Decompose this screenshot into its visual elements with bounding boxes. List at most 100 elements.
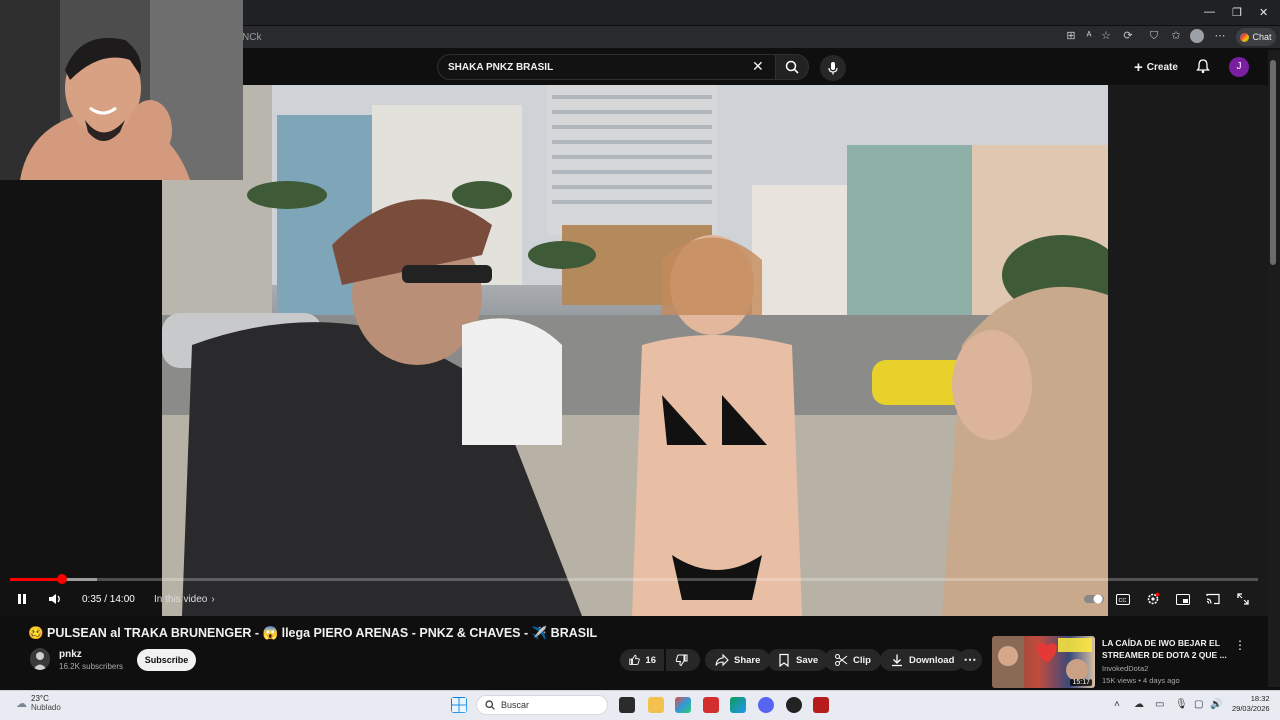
- autoplay-toggle-icon: [1084, 594, 1104, 604]
- scissors-icon: [835, 654, 848, 666]
- recommendation-meta: 15K views • 4 days ago: [1102, 676, 1180, 685]
- create-button[interactable]: + Create: [1128, 56, 1184, 78]
- subscriber-count: 16.2K subscribers: [59, 662, 124, 671]
- recommendation-duration: 15:17: [1070, 679, 1092, 686]
- dislike-button[interactable]: [666, 649, 700, 671]
- temperature: 23°C: [31, 694, 49, 703]
- speaker-icon[interactable]: 🔊: [1210, 699, 1222, 710]
- thumbs-down-icon: [675, 654, 688, 667]
- onedrive-icon[interactable]: ☁: [1134, 699, 1144, 710]
- recommendation-thumbnail[interactable]: 15:17: [992, 636, 1095, 688]
- cloud-icon: ☁: [16, 697, 27, 710]
- app-icon[interactable]: [675, 697, 691, 713]
- microphone-tray-icon[interactable]: 🎙: [1175, 699, 1188, 710]
- miniplayer-button[interactable]: [1175, 590, 1191, 608]
- search-button[interactable]: [775, 54, 809, 80]
- wps-office-icon[interactable]: [703, 697, 719, 713]
- more-menu-icon[interactable]: ⋯: [1213, 29, 1227, 43]
- cast-button[interactable]: [1205, 590, 1221, 608]
- fullscreen-button[interactable]: [1235, 590, 1251, 608]
- more-actions-button[interactable]: ⋯: [958, 649, 982, 671]
- extensions-icon[interactable]: ⟳: [1121, 29, 1135, 43]
- progress-bar[interactable]: [10, 578, 1258, 581]
- copilot-icon: [1240, 32, 1250, 42]
- clip-button[interactable]: Clip: [824, 649, 881, 671]
- apps-icon[interactable]: ⊞: [1064, 29, 1078, 43]
- in-this-video-button[interactable]: In this video ›: [154, 590, 215, 608]
- progress-played: [10, 578, 62, 581]
- share-label: Share: [734, 654, 761, 666]
- bookmark-star-icon[interactable]: ☆: [1099, 29, 1113, 43]
- settings-button[interactable]: [1145, 590, 1161, 608]
- start-menu-icon[interactable]: [451, 697, 467, 713]
- notifications-bell-icon[interactable]: [1195, 58, 1211, 74]
- like-button[interactable]: 16: [620, 649, 664, 671]
- obs-icon[interactable]: [786, 697, 802, 713]
- recommendation-menu-icon[interactable]: ⋮: [1234, 638, 1246, 652]
- scrollbar-thumb[interactable]: [1270, 60, 1276, 265]
- display-icon[interactable]: ▢: [1194, 699, 1203, 710]
- channel-avatar-image: [30, 648, 50, 670]
- video-title: 🥴 PULSEAN al TRAKA BRUNENGER - 😱 llega P…: [28, 626, 598, 640]
- pause-button[interactable]: [14, 590, 30, 608]
- dota2-icon[interactable]: [813, 697, 829, 713]
- profile-icon[interactable]: [1190, 29, 1204, 43]
- download-button[interactable]: Download: [880, 649, 965, 671]
- chevron-up-icon[interactable]: ˄: [1114, 699, 1120, 710]
- weather-widget[interactable]: ☁ 23°C Nublado: [16, 694, 61, 712]
- like-count: 16: [645, 654, 656, 666]
- in-this-video-label: In this video: [154, 593, 208, 605]
- bookmark-icon: [779, 653, 789, 667]
- file-explorer-icon[interactable]: [648, 697, 664, 713]
- taskbar-search-input[interactable]: Buscar: [476, 695, 608, 715]
- subscribe-button[interactable]: Subscribe: [137, 649, 196, 671]
- volume-button[interactable]: [46, 590, 64, 608]
- discord-icon[interactable]: [758, 697, 774, 713]
- search-input[interactable]: SHAKA PNKZ BRASIL: [437, 54, 777, 80]
- save-button[interactable]: Save: [767, 649, 829, 671]
- channel-name[interactable]: pnkz: [59, 649, 82, 660]
- create-label: Create: [1146, 61, 1178, 73]
- save-label: Save: [796, 654, 819, 666]
- microphone-icon: [828, 62, 838, 75]
- volume-icon: [49, 594, 60, 604]
- gear-icon: [1147, 592, 1160, 605]
- task-view-icon[interactable]: [619, 697, 635, 713]
- chat-button[interactable]: Chat: [1236, 28, 1276, 46]
- player-letterbox-left: [0, 180, 162, 616]
- taskbar-clock[interactable]: 18:32 29/03/2026: [1232, 694, 1270, 714]
- windows-taskbar: [0, 690, 1280, 720]
- favorites-icon[interactable]: ✩: [1169, 29, 1183, 43]
- voice-search-button[interactable]: [820, 55, 846, 81]
- download-label: Download: [909, 654, 955, 666]
- share-button[interactable]: Share: [705, 649, 771, 671]
- edge-browser-icon[interactable]: [730, 697, 746, 713]
- recommendation-title[interactable]: LA CAÍDA DE IWO BEJAR EL STREAMER DE DOT…: [1102, 638, 1228, 661]
- channel-avatar[interactable]: [30, 648, 50, 670]
- video-player[interactable]: [162, 85, 1108, 616]
- more-horizontal-icon: ⋯: [963, 652, 977, 667]
- search-icon: [785, 60, 799, 74]
- webcam-image: [0, 0, 243, 180]
- closed-captions-icon: CC: [1116, 593, 1130, 605]
- clear-search-icon[interactable]: ✕: [752, 58, 764, 75]
- time-display: 0:35 / 14:00: [82, 593, 135, 605]
- close-window-icon[interactable]: ✕: [1259, 6, 1268, 19]
- restore-icon[interactable]: ❐: [1232, 6, 1242, 19]
- chat-label: Chat: [1252, 32, 1272, 42]
- plus-icon: +: [1134, 58, 1143, 76]
- minimize-icon[interactable]: —: [1204, 6, 1215, 18]
- clip-label: Clip: [853, 654, 871, 666]
- shield-icon[interactable]: ⛉: [1147, 29, 1161, 43]
- progress-scrubber-handle[interactable]: [57, 574, 67, 584]
- weather-condition: Nublado: [31, 703, 61, 712]
- chevron-right-icon: ›: [211, 593, 215, 605]
- network-icon[interactable]: ▭: [1155, 699, 1164, 710]
- account-avatar[interactable]: J: [1229, 57, 1249, 77]
- autoplay-toggle[interactable]: [1084, 590, 1104, 608]
- search-icon: [485, 700, 495, 710]
- recommendation-channel[interactable]: InvokedDota2: [1102, 664, 1148, 673]
- subtitles-button[interactable]: CC: [1115, 590, 1131, 608]
- translate-icon[interactable]: ᴬ: [1082, 29, 1096, 43]
- miniplayer-icon: [1176, 593, 1190, 605]
